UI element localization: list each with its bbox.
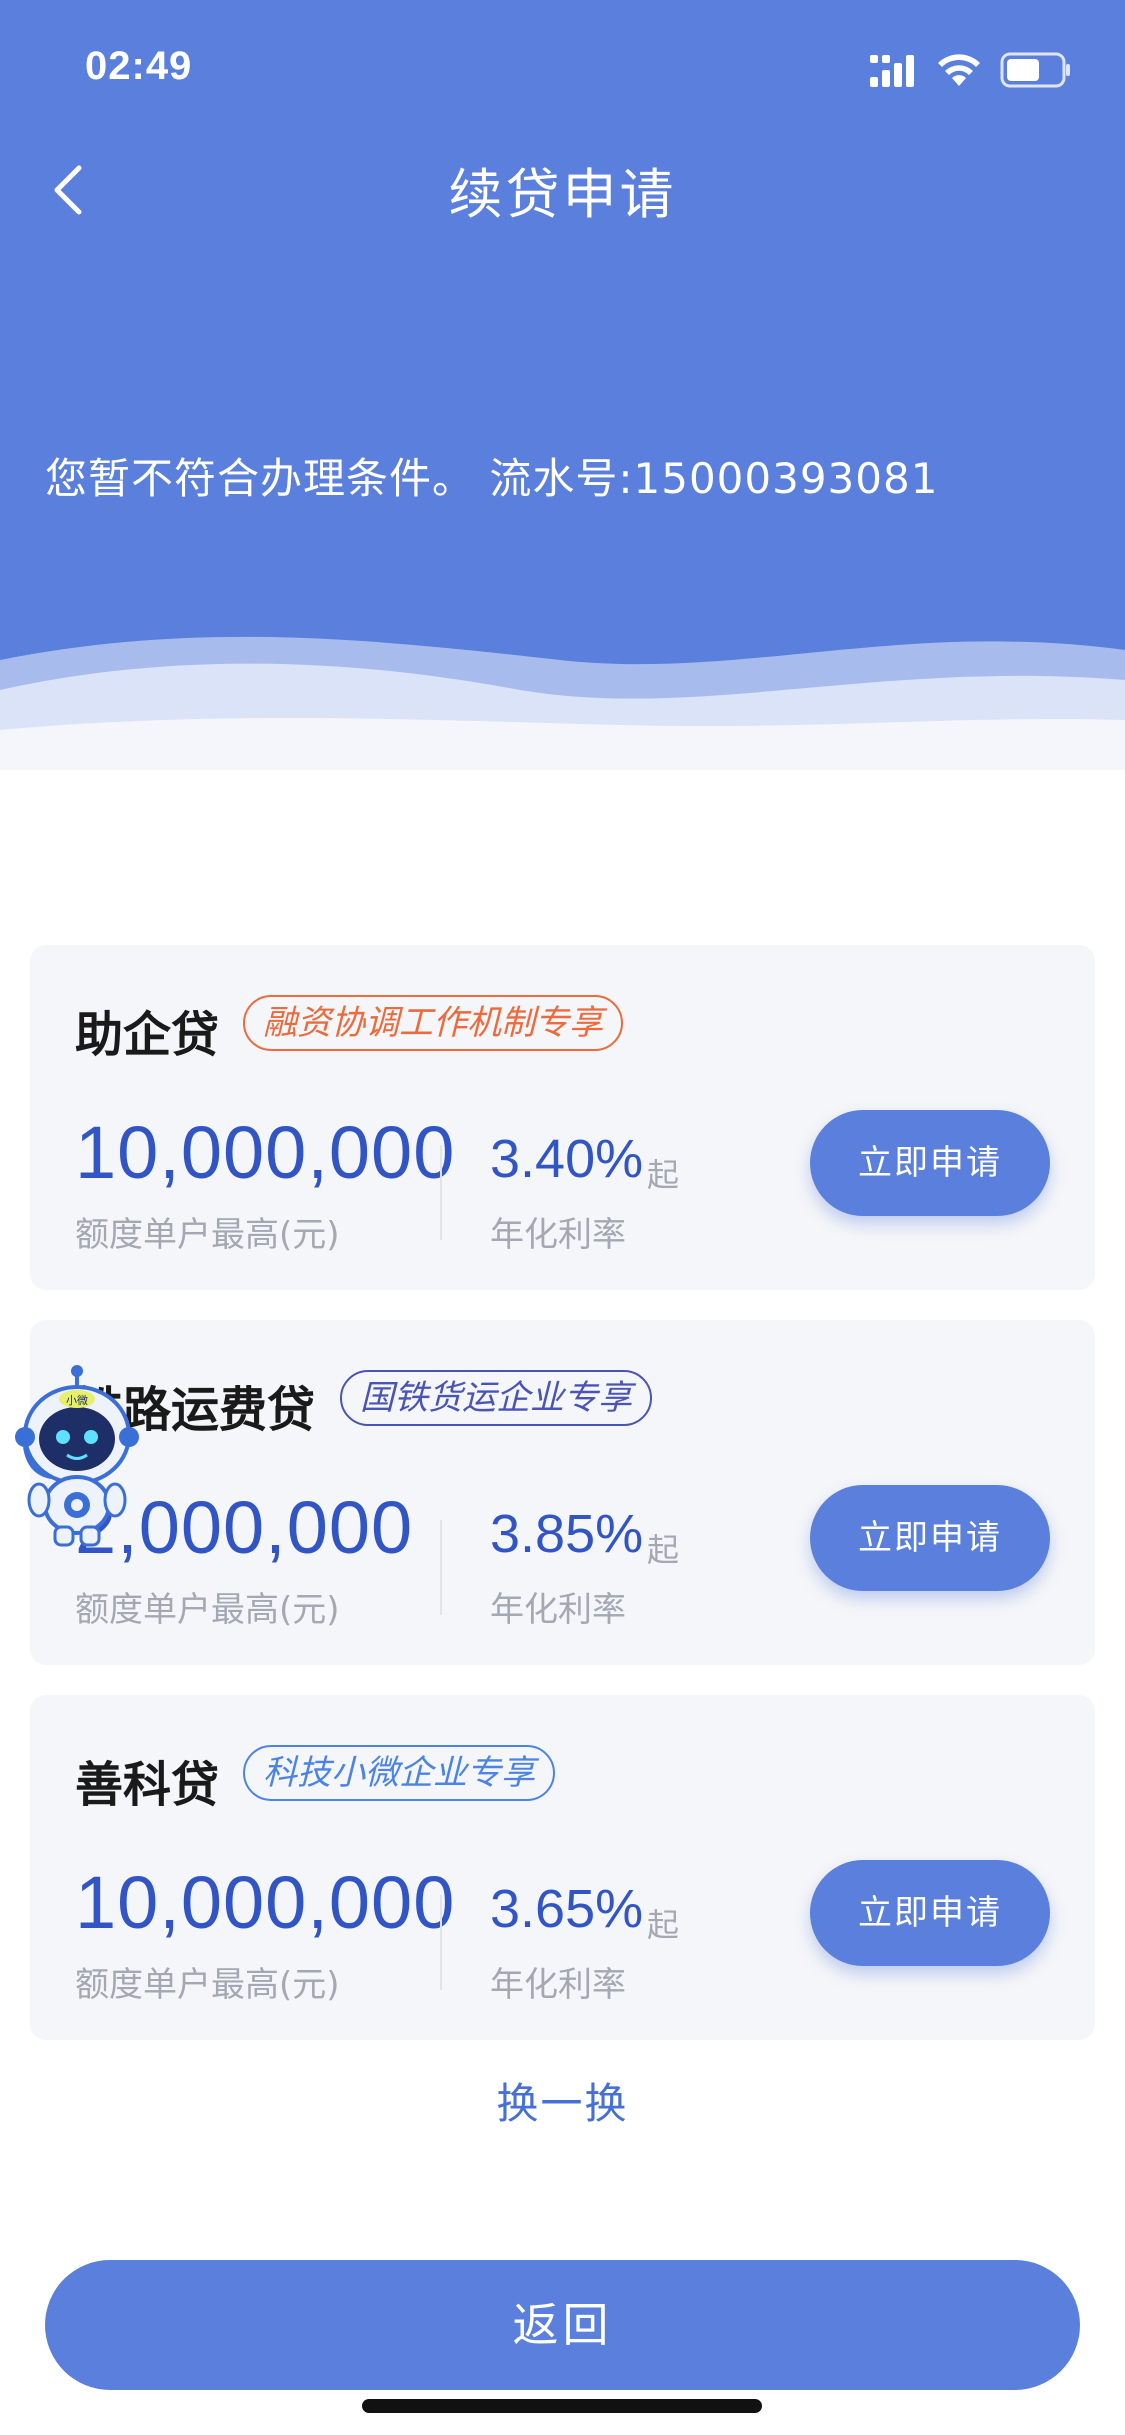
divider	[440, 1145, 442, 1240]
home-indicator	[362, 2399, 762, 2413]
wifi-icon	[938, 54, 980, 86]
interest-rate: 3.40%	[490, 1129, 644, 1189]
interest-rate: 3.65%	[490, 1879, 644, 1939]
header-banner: 02:49 续贷申请 您暂不符合办理条件。 流水号:15000393081	[0, 0, 1125, 840]
battery-icon	[1000, 52, 1070, 88]
product-tag: 科技小微企业专享	[243, 1745, 555, 1801]
credit-amount-label: 额度单户最高(元)	[75, 1590, 340, 1630]
product-card-zhuqidai: 助企贷 融资协调工作机制专享 10,000,000 额度单户最高(元) 3.40…	[30, 945, 1095, 1290]
swap-products-link[interactable]: 换一换	[0, 2070, 1125, 2131]
apply-button[interactable]: 立即申请	[810, 1110, 1050, 1216]
interest-rate-label: 年化利率	[490, 1590, 626, 1630]
product-tag: 国铁货运企业专享	[340, 1370, 652, 1426]
status-bar: 02:49	[0, 0, 1125, 140]
product-name: 助企贷	[75, 1007, 220, 1063]
robot-assistant-icon[interactable]: 小微	[15, 1365, 140, 1550]
page-title: 续贷申请	[448, 163, 677, 226]
signal-icon	[870, 55, 914, 87]
credit-amount: 10,000,000	[75, 1111, 456, 1194]
apply-button[interactable]: 立即申请	[810, 1860, 1050, 1966]
credit-amount: 10,000,000	[75, 1861, 456, 1944]
divider	[440, 1520, 442, 1615]
return-button[interactable]: 返回	[45, 2260, 1080, 2390]
apply-button[interactable]: 立即申请	[810, 1485, 1050, 1591]
rate-suffix: 起	[647, 1156, 680, 1194]
rate-suffix: 起	[647, 1531, 680, 1569]
status-time: 02:49	[85, 44, 193, 88]
rate-suffix: 起	[647, 1906, 680, 1944]
wave-decoration	[0, 636, 1125, 840]
interest-rate-label: 年化利率	[490, 1215, 626, 1255]
interest-rate: 3.85%	[490, 1504, 644, 1564]
credit-amount-label: 额度单户最高(元)	[75, 1965, 340, 2005]
robot-badge: 小微	[66, 1393, 88, 1407]
product-card-railway-freight: 铁路运费贷 国铁货运企业专享 2,000,000 额度单户最高(元) 3.85%…	[30, 1320, 1095, 1665]
page: 02:49 续贷申请 您暂不符合办理条件。 流水号:15000393081 助企…	[0, 0, 1125, 2435]
product-tag: 融资协调工作机制专享	[243, 995, 623, 1051]
divider	[440, 1895, 442, 1990]
interest-rate-label: 年化利率	[490, 1965, 626, 2005]
credit-amount-label: 额度单户最高(元)	[75, 1215, 340, 1255]
eligibility-notice: 您暂不符合办理条件。 流水号:15000393081	[45, 454, 939, 503]
product-name: 善科贷	[75, 1757, 220, 1813]
product-card-shankedai: 善科贷 科技小微企业专享 10,000,000 额度单户最高(元) 3.65% …	[30, 1695, 1095, 2040]
